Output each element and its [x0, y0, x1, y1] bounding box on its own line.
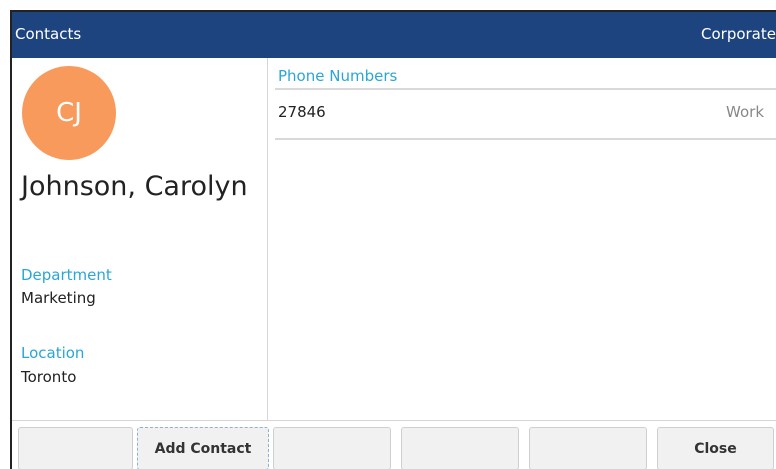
- softkey-bar: Add Contact Close: [12, 420, 776, 469]
- divider: [275, 88, 776, 90]
- divider: [275, 138, 776, 140]
- avatar: CJ: [22, 66, 116, 160]
- contact-name: Johnson, Carolyn: [21, 171, 248, 202]
- add-contact-button[interactable]: Add Contact: [137, 427, 269, 469]
- page-title: Contacts: [15, 25, 82, 43]
- location-value: Toronto: [21, 368, 77, 386]
- softkey-1[interactable]: [18, 427, 133, 469]
- phone-numbers-panel: Phone Numbers 27846 Work: [269, 58, 776, 420]
- close-button[interactable]: Close: [657, 427, 774, 469]
- softkey-4[interactable]: [401, 427, 519, 469]
- phone-numbers-heading: Phone Numbers: [278, 67, 398, 85]
- department-label: Department: [21, 266, 112, 284]
- directory-name: Corporate: [701, 25, 776, 43]
- softkey-3[interactable]: [273, 427, 391, 469]
- contact-details-panel: CJ Johnson, Carolyn Department Marketing…: [12, 58, 268, 420]
- location-label: Location: [21, 344, 85, 362]
- softkey-5[interactable]: [529, 427, 647, 469]
- phone-type: Work: [726, 103, 764, 121]
- department-value: Marketing: [21, 289, 96, 307]
- title-bar: Contacts Corporate: [12, 12, 776, 58]
- phone-number: 27846: [278, 103, 326, 121]
